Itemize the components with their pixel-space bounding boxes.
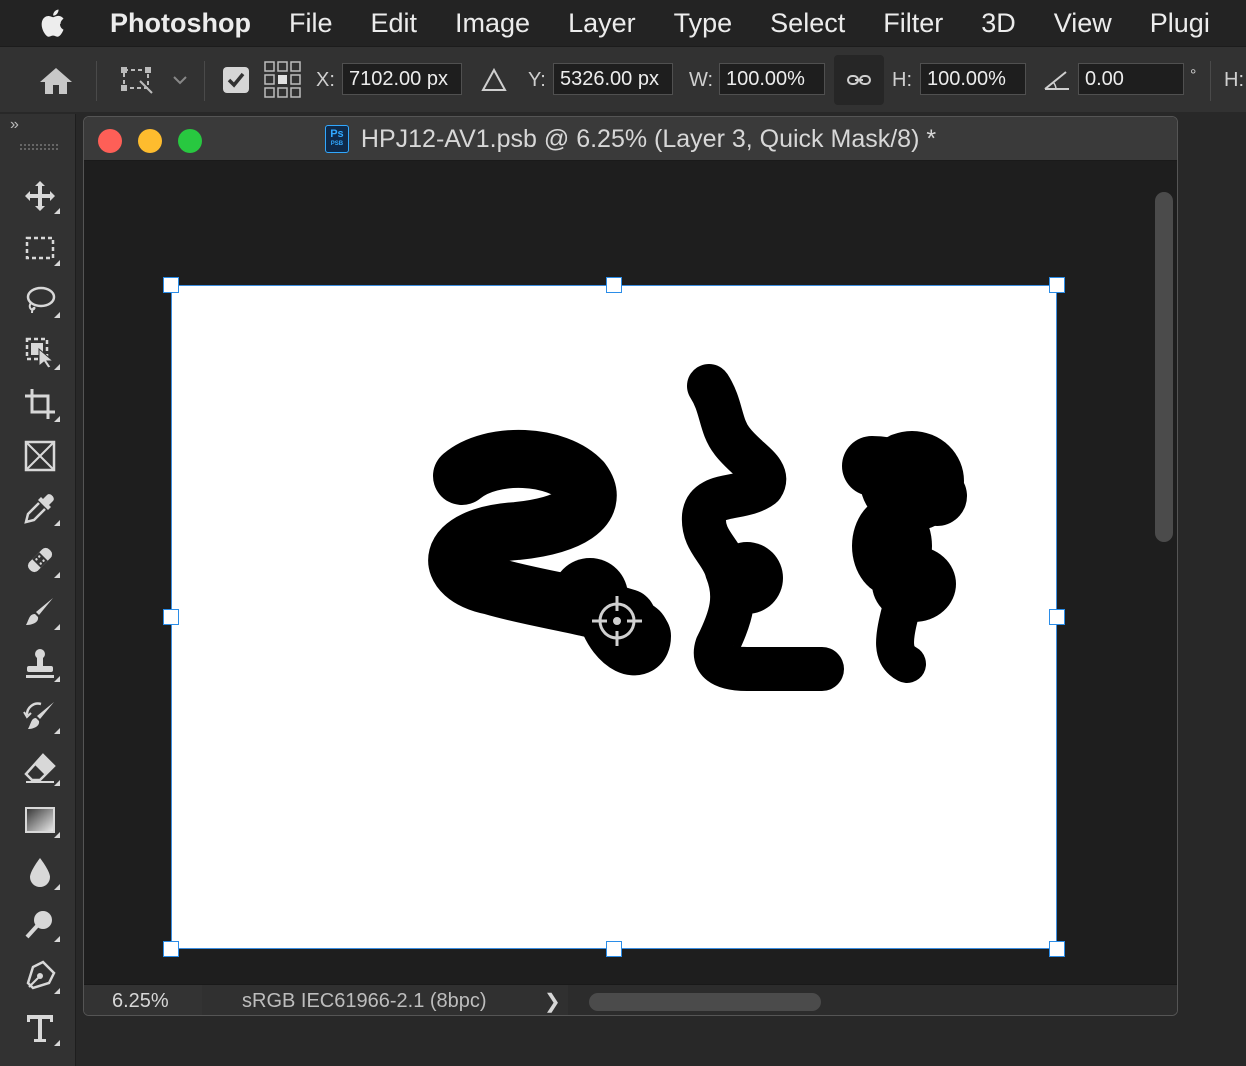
document-titlebar: Ps PSB HPJ12-AV1.psb @ 6.25% (Layer 3, Qu…	[84, 117, 1177, 161]
height-field[interactable]: 100.00%	[920, 63, 1026, 95]
transform-handle-mr[interactable]	[1049, 609, 1065, 625]
vertical-scroll-thumb[interactable]	[1155, 192, 1173, 542]
h-label-2: H:	[1224, 68, 1244, 91]
brush-strokes	[428, 364, 967, 691]
h-label: H:	[892, 68, 912, 91]
healing-brush-tool-icon[interactable]	[20, 540, 60, 580]
move-tool-icon[interactable]	[20, 176, 60, 216]
angle-icon	[1042, 47, 1072, 113]
home-icon[interactable]	[38, 47, 74, 113]
dodge-tool-icon[interactable]	[20, 904, 60, 944]
document-title-text: HPJ12-AV1.psb @ 6.25% (Layer 3, Quick Ma…	[360, 124, 937, 153]
history-brush-tool-icon[interactable]	[20, 696, 60, 736]
x-field[interactable]: 7102.00 px	[342, 63, 462, 95]
menu-photoshop[interactable]: Photoshop	[110, 8, 251, 39]
color-profile: sRGB IEC61966-2.1 (8bpc)	[202, 985, 568, 1015]
divider	[96, 61, 97, 101]
delta-icon[interactable]	[480, 47, 508, 113]
link-icon[interactable]	[834, 55, 884, 105]
transform-handle-tc[interactable]	[606, 277, 622, 293]
eyedropper-tool-icon[interactable]	[20, 488, 60, 528]
object-select-tool-icon[interactable]	[20, 332, 60, 372]
transform-tool-icon[interactable]	[118, 47, 158, 113]
menu-layer[interactable]: Layer	[568, 8, 636, 39]
show-transform-checkbox[interactable]	[222, 47, 250, 113]
lasso-tool-icon[interactable]	[20, 280, 60, 320]
reference-point-icon[interactable]	[262, 47, 304, 113]
menu-3d[interactable]: 3D	[981, 8, 1016, 39]
options-bar: X: 7102.00 px Y: 5326.00 px W: 100.00% H…	[0, 46, 1246, 112]
x-label: X:	[316, 68, 335, 91]
menu-plugins[interactable]: Plugi	[1150, 8, 1210, 39]
collapse-icon[interactable]: »	[10, 116, 19, 134]
angle-field[interactable]: 0.00	[1078, 63, 1184, 95]
status-menu-arrow[interactable]: ❯	[544, 985, 561, 1015]
y-field[interactable]: 5326.00 px	[553, 63, 673, 95]
pen-tool-icon[interactable]	[20, 956, 60, 996]
tools-panel: »	[0, 114, 76, 1066]
transform-handle-tl[interactable]	[163, 277, 179, 293]
y-label: Y:	[528, 68, 546, 91]
zoom-level[interactable]: 6.25%	[84, 985, 202, 1015]
eraser-tool-icon[interactable]	[20, 748, 60, 788]
status-bar: 6.25% sRGB IEC61966-2.1 (8bpc) ❯	[84, 984, 1177, 1015]
photoshop-window: Photoshop File Edit Image Layer Type Sel…	[0, 0, 1246, 1066]
menu-edit[interactable]: Edit	[371, 8, 418, 39]
canvas-area[interactable]	[84, 162, 1147, 984]
crop-tool-icon[interactable]	[20, 384, 60, 424]
document-window: Ps PSB HPJ12-AV1.psb @ 6.25% (Layer 3, Qu…	[83, 116, 1178, 1016]
divider	[204, 61, 205, 101]
type-tool-icon[interactable]	[20, 1008, 60, 1048]
menu-select[interactable]: Select	[770, 8, 845, 39]
width-field[interactable]: 100.00%	[719, 63, 825, 95]
grip-icon[interactable]	[20, 144, 58, 150]
psb-file-icon: Ps PSB	[324, 125, 349, 153]
menu-bar: Photoshop File Edit Image Layer Type Sel…	[0, 0, 1246, 46]
menu-type[interactable]: Type	[674, 8, 733, 39]
horizontal-scroll-thumb[interactable]	[589, 993, 821, 1011]
menu-filter[interactable]: Filter	[883, 8, 943, 39]
transform-handle-ml[interactable]	[163, 609, 179, 625]
divider	[1210, 61, 1211, 101]
gradient-tool-icon[interactable]	[20, 800, 60, 840]
frame-tool-icon[interactable]	[20, 436, 60, 476]
blur-tool-icon[interactable]	[20, 852, 60, 892]
document-title: Ps PSB HPJ12-AV1.psb @ 6.25% (Layer 3, Qu…	[84, 117, 1177, 161]
w-label: W:	[689, 68, 714, 91]
menu-file[interactable]: File	[289, 8, 333, 39]
document-canvas[interactable]	[171, 285, 1057, 949]
transform-handle-br[interactable]	[1049, 941, 1065, 957]
chevron-down-icon[interactable]	[172, 47, 188, 113]
marquee-tool-icon[interactable]	[20, 228, 60, 268]
vertical-scrollbar[interactable]	[1147, 162, 1177, 984]
transform-handle-bc[interactable]	[606, 941, 622, 957]
menu-image[interactable]: Image	[455, 8, 530, 39]
apple-icon[interactable]	[0, 0, 110, 46]
degree-unit: °	[1190, 67, 1197, 84]
clone-stamp-tool-icon[interactable]	[20, 644, 60, 684]
brush-tool-icon[interactable]	[20, 592, 60, 632]
transform-handle-bl[interactable]	[163, 941, 179, 957]
menu-view[interactable]: View	[1054, 8, 1112, 39]
transform-handle-tr[interactable]	[1049, 277, 1065, 293]
